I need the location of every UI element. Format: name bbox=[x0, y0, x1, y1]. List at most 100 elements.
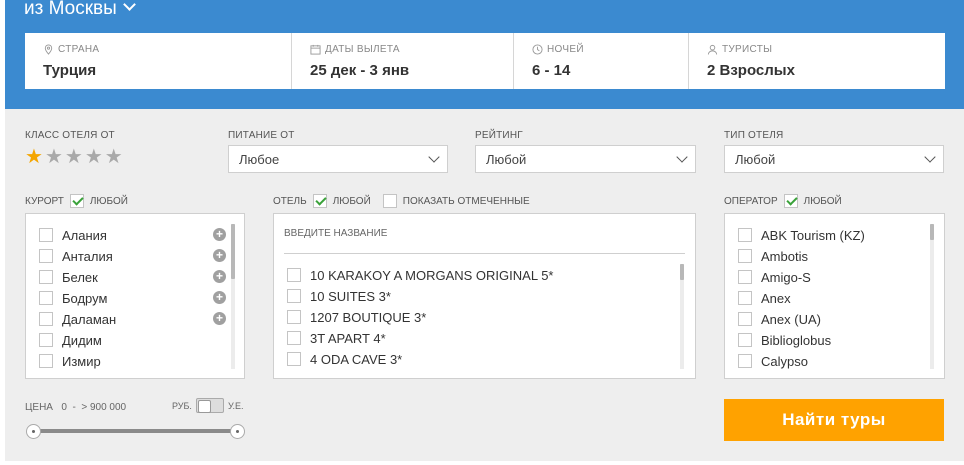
resort-scrollbar[interactable] bbox=[231, 224, 235, 279]
list-item[interactable]: 4 ODA CAVE 3* bbox=[287, 350, 402, 368]
price-slider-track[interactable] bbox=[33, 429, 237, 433]
price-label: Цена bbox=[25, 402, 53, 413]
show-marked-checkbox[interactable] bbox=[382, 194, 397, 208]
item-label: Даламан bbox=[62, 311, 117, 327]
tourists-field[interactable]: Туристы 2 Взрослых bbox=[689, 33, 945, 89]
item-checkbox[interactable] bbox=[287, 352, 301, 366]
country-label: Страна bbox=[58, 43, 100, 55]
star-icon[interactable]: ★ bbox=[105, 147, 123, 167]
item-checkbox[interactable] bbox=[287, 310, 301, 324]
list-item[interactable]: Biblioglobus bbox=[738, 331, 831, 349]
operator-scrollbar[interactable] bbox=[930, 224, 934, 240]
item-label: 1207 BOUTIQUE 3* bbox=[310, 309, 427, 325]
country-field[interactable]: Страна Турция bbox=[25, 33, 292, 89]
add-circle-icon[interactable]: + bbox=[213, 291, 226, 304]
item-label: Calypso bbox=[761, 353, 808, 369]
meal-value: Любое bbox=[239, 152, 280, 167]
item-checkbox[interactable] bbox=[39, 354, 53, 368]
item-label: Анталия bbox=[62, 248, 113, 264]
list-item[interactable]: Дидим bbox=[39, 331, 102, 349]
add-circle-icon[interactable]: + bbox=[213, 270, 226, 283]
price-to: > 900 000 bbox=[81, 402, 127, 413]
price-slider-max-handle[interactable] bbox=[230, 424, 245, 439]
price-from: 0 bbox=[61, 402, 67, 413]
list-item[interactable]: Анталия bbox=[39, 247, 113, 265]
nights-value: 6 - 14 bbox=[532, 62, 571, 79]
item-checkbox[interactable] bbox=[738, 333, 752, 347]
nights-field[interactable]: Ночей 6 - 14 bbox=[514, 33, 689, 89]
search-params-bar: Страна Турция Даты вылета 25 дек - 3 янв… bbox=[25, 33, 945, 89]
star-icon[interactable]: ★ bbox=[85, 147, 103, 167]
list-item[interactable]: Calypso bbox=[738, 352, 808, 370]
item-label: Anex (UA) bbox=[761, 311, 821, 327]
item-checkbox[interactable] bbox=[287, 289, 301, 303]
item-label: Ambotis bbox=[761, 248, 808, 264]
list-item[interactable]: 10 SUITES 3* bbox=[287, 287, 391, 305]
item-checkbox[interactable] bbox=[738, 291, 752, 305]
scrollbar-track bbox=[930, 224, 934, 369]
list-item[interactable]: Бодрум bbox=[39, 289, 107, 307]
item-checkbox[interactable] bbox=[39, 228, 53, 242]
dates-field[interactable]: Даты вылета 25 дек - 3 янв bbox=[292, 33, 514, 89]
operator-label: Оператор bbox=[724, 195, 778, 207]
list-item[interactable]: 10 KARAKOY A MORGANS ORIGINAL 5* bbox=[287, 266, 553, 284]
departure-city-dropdown[interactable]: из Москвы bbox=[24, 0, 136, 20]
resort-header: Курорт Любой bbox=[25, 194, 128, 208]
hotel-any-checkbox[interactable] bbox=[312, 194, 327, 208]
item-checkbox[interactable] bbox=[738, 312, 752, 326]
item-label: Алания bbox=[62, 227, 107, 243]
item-checkbox[interactable] bbox=[39, 333, 53, 347]
item-label: 3T APART 4* bbox=[310, 330, 386, 346]
add-circle-icon[interactable]: + bbox=[213, 249, 226, 262]
list-item[interactable]: Anex bbox=[738, 289, 791, 307]
hotel-label: Отель bbox=[273, 195, 307, 207]
hotel-any-label: Любой bbox=[332, 195, 371, 207]
list-item[interactable]: Белек bbox=[39, 268, 98, 286]
resort-any-checkbox[interactable] bbox=[69, 194, 84, 208]
hotel-search-input[interactable]: Введите название bbox=[284, 228, 685, 254]
meal-select[interactable]: Любое bbox=[228, 145, 448, 173]
item-checkbox[interactable] bbox=[738, 228, 752, 242]
star-icon[interactable]: ★ bbox=[65, 147, 83, 167]
star-icon[interactable]: ★ bbox=[45, 147, 63, 167]
item-label: 10 SUITES 3* bbox=[310, 288, 391, 304]
list-item[interactable]: Даламан bbox=[39, 310, 116, 328]
price-dash: - bbox=[72, 402, 76, 413]
hotel-class-label: Класс отеля от bbox=[25, 130, 115, 141]
price-slider-min-handle[interactable] bbox=[26, 424, 41, 439]
hotel-type-select[interactable]: Любой bbox=[724, 145, 944, 173]
item-checkbox[interactable] bbox=[738, 270, 752, 284]
item-label: Измир bbox=[62, 353, 101, 369]
item-checkbox[interactable] bbox=[39, 291, 53, 305]
item-checkbox[interactable] bbox=[39, 249, 53, 263]
hotel-scrollbar[interactable] bbox=[680, 264, 684, 280]
list-item[interactable]: Anex (UA) bbox=[738, 310, 821, 328]
item-checkbox[interactable] bbox=[39, 312, 53, 326]
item-checkbox[interactable] bbox=[287, 268, 301, 282]
list-item[interactable]: Измир bbox=[39, 352, 101, 370]
item-checkbox[interactable] bbox=[738, 249, 752, 263]
operator-any-checkbox[interactable] bbox=[783, 194, 798, 208]
list-item[interactable]: 3T APART 4* bbox=[287, 329, 386, 347]
hotel-class-stars[interactable]: ★ ★ ★ ★ ★ bbox=[25, 147, 123, 167]
item-checkbox[interactable] bbox=[738, 354, 752, 368]
item-checkbox[interactable] bbox=[39, 270, 53, 284]
currency-toggle[interactable] bbox=[195, 398, 224, 413]
list-item[interactable]: ABK Tourism (KZ) bbox=[738, 226, 865, 244]
list-item[interactable]: 1207 BOUTIQUE 3* bbox=[287, 308, 426, 326]
rating-value: Любой bbox=[486, 152, 527, 167]
item-checkbox[interactable] bbox=[287, 331, 301, 345]
list-item[interactable]: Amigo-S bbox=[738, 268, 811, 286]
item-label: Бодрум bbox=[62, 290, 108, 306]
add-circle-icon[interactable]: + bbox=[213, 228, 226, 241]
list-item[interactable]: Ambotis bbox=[738, 247, 808, 265]
add-circle-icon[interactable]: + bbox=[213, 312, 226, 325]
search-tours-button[interactable]: Найти туры bbox=[724, 399, 944, 441]
currency-ue-label: у.е. bbox=[227, 400, 244, 411]
meal-label: Питание от bbox=[228, 130, 295, 141]
calendar-icon bbox=[310, 44, 321, 55]
star-icon[interactable]: ★ bbox=[25, 147, 43, 167]
rating-select[interactable]: Любой bbox=[475, 145, 696, 173]
list-item[interactable]: Алания bbox=[39, 226, 107, 244]
currency-switch[interactable]: руб. у.е. bbox=[172, 398, 243, 413]
